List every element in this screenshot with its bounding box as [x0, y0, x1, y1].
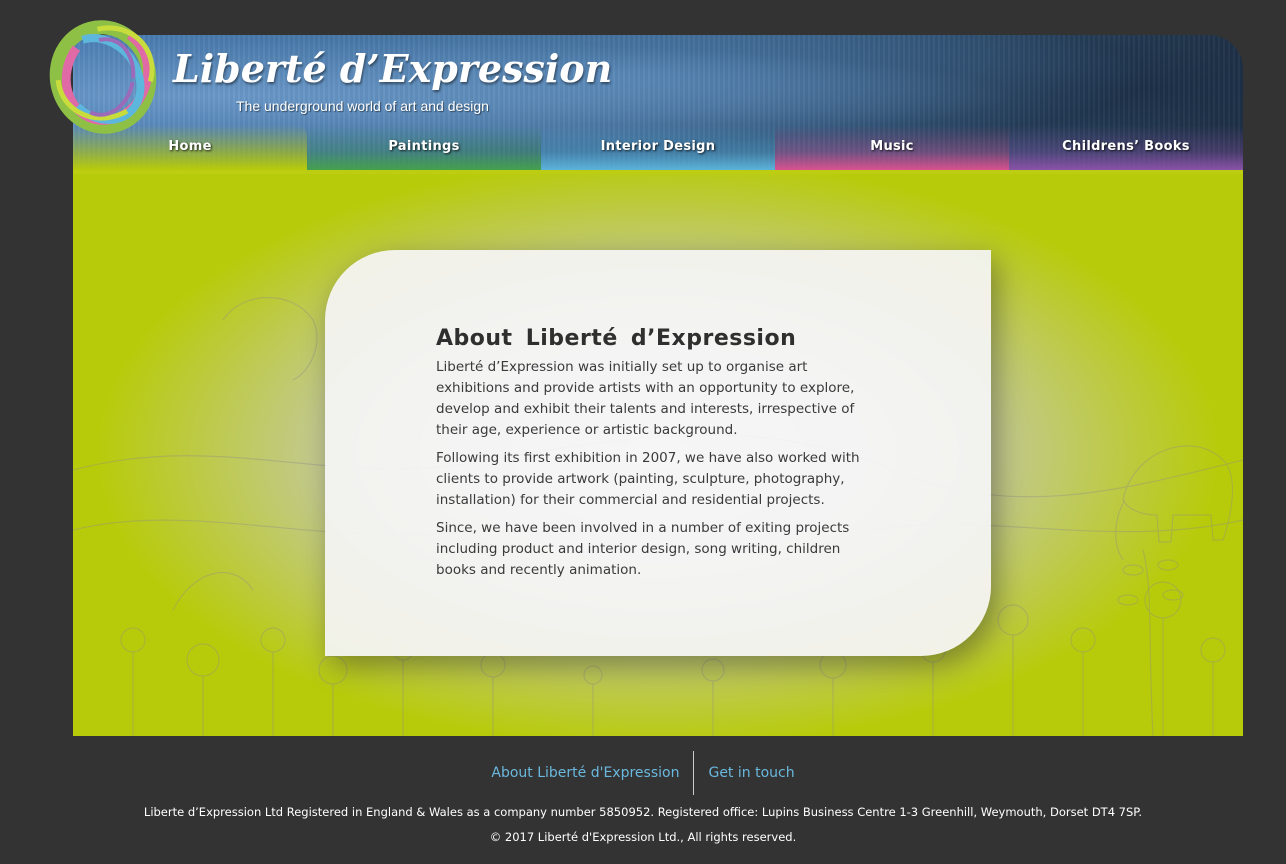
about-card: About Liberté d’Expression Liberté d’Exp…: [325, 250, 991, 656]
nav-item-childrens-books[interactable]: Childrens’ Books: [1009, 125, 1243, 170]
footer-link-contact[interactable]: Get in touch: [694, 765, 808, 781]
footer-link-about[interactable]: About Liberté d'Expression: [477, 765, 693, 781]
about-paragraph-1: Liberté d’Expression was initially set u…: [436, 359, 855, 438]
main-content: About Liberté d’Expression Liberté d’Exp…: [73, 170, 1243, 736]
paint-ring-icon[interactable]: [45, 15, 165, 140]
about-title: About Liberté d’Expression: [436, 326, 797, 351]
nav-item-music[interactable]: Music: [775, 125, 1009, 170]
nav-item-paintings[interactable]: Paintings: [307, 125, 541, 170]
about-paragraph-3: Since, we have been involved in a number…: [436, 520, 850, 578]
main-nav: Home Paintings Interior Design Music Chi…: [73, 125, 1243, 170]
nav-item-interior-design[interactable]: Interior Design: [541, 125, 775, 170]
footer-links: About Liberté d'Expression Get in touch: [0, 751, 1286, 795]
footer-registration: Liberte d’Expression Ltd Registered in E…: [143, 805, 1143, 819]
about-paragraph-2: Following its first exhibition in 2007, …: [436, 450, 860, 508]
page: Liberté d’Expression The underground wor…: [0, 0, 1286, 864]
site-title[interactable]: Liberté d’Expression: [173, 50, 612, 88]
site-tagline: The underground world of art and design: [236, 98, 489, 114]
footer-copyright: © 2017 Liberté d'Expression Ltd., All ri…: [489, 830, 797, 844]
